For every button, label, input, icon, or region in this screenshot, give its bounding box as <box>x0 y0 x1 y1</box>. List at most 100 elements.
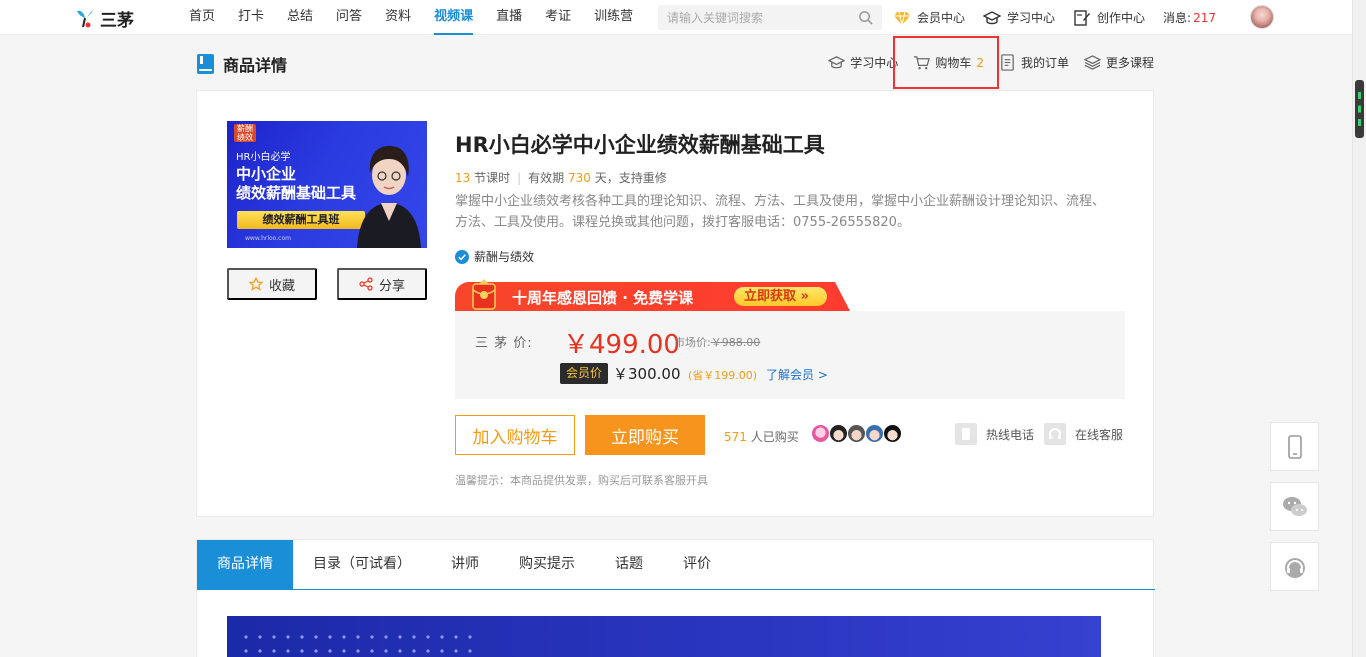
share-button[interactable]: 分享 <box>337 268 427 300</box>
course-title: HR小白必学中小企业绩效薪酬基础工具 <box>455 133 825 157</box>
my-orders-link[interactable]: 我的订单 <box>999 54 1069 71</box>
member-center-label: 会员中心 <box>917 11 966 25</box>
cover-title-line2: 绩效薪酬基础工具 <box>236 184 357 202</box>
detail-tabs: 商品详情 目录（可试看） 讲师 购买提示 话题 评价 <box>197 540 1155 590</box>
graduation-cap-icon <box>983 10 1002 24</box>
validity-prefix: 有效期 <box>528 171 565 185</box>
page-title-text: 商品详情 <box>223 56 288 75</box>
lesson-count: 13 <box>455 171 471 185</box>
detail-banner-image <box>227 616 1101 657</box>
wechat-icon <box>1282 496 1307 516</box>
buyer-count-number: 571 <box>724 430 747 444</box>
more-courses-label: 更多课程 <box>1105 56 1154 70</box>
member-price-tag: 会员价 <box>560 363 609 384</box>
scrollbar[interactable] <box>1352 0 1366 657</box>
messages-link[interactable]: 消息: 217 <box>1163 9 1216 26</box>
site-logo[interactable]: 三茅 <box>74 6 134 31</box>
buyer-avatar <box>847 424 866 443</box>
user-avatar[interactable] <box>1250 5 1274 29</box>
invoice-tip: 温馨提示：本商品提供发票，购买后可联系客服开具 <box>455 474 708 487</box>
course-cover-image[interactable]: 薪酬绩效 HR小白必学 中小企业 绩效薪酬基础工具 绩效薪酬工具班 www.hr… <box>227 121 427 248</box>
page-header-links: 学习中心 购物车 2 我的订单 更多课程 <box>813 54 1154 71</box>
nav-video-courses[interactable]: 视频课 <box>434 0 474 35</box>
buyer-avatars <box>811 424 902 443</box>
headset-icon <box>1284 557 1305 578</box>
banner-dot-pattern <box>239 630 479 657</box>
tab-reviews[interactable]: 评价 <box>663 540 731 589</box>
check-circle-icon <box>455 249 469 264</box>
add-to-cart-button[interactable]: 加入购物车 <box>455 415 575 455</box>
favorite-button[interactable]: 收藏 <box>227 268 317 300</box>
promo-text: 十周年感恩回馈 · 免费学课 <box>512 289 694 307</box>
price-box: 三 茅 价: ￥499.00 市场价:￥988.00 会员价 ￥300.00 (… <box>455 311 1125 399</box>
promo-claim-button[interactable]: 立即获取 » <box>734 287 827 306</box>
nav-summary[interactable]: 总结 <box>287 0 313 35</box>
learn-membership-link[interactable]: 了解会员 > <box>766 366 828 383</box>
phone-icon <box>1287 434 1302 459</box>
nav-qa[interactable]: 问答 <box>336 0 362 35</box>
hotline-label: 热线电话 <box>986 427 1035 442</box>
course-description: 掌握中小企业绩效考核各种工具的理论知识、流程、方法、工具及使用，掌握中小企业薪酬… <box>455 194 1106 230</box>
nav-resources[interactable]: 资料 <box>385 0 411 35</box>
more-courses-link[interactable]: 更多课程 <box>1083 54 1154 71</box>
course-category: 薪酬与绩效 <box>455 248 534 265</box>
cart-count-badge: 2 <box>976 55 984 70</box>
messages-label: 消息: <box>1163 11 1192 25</box>
customer-service-button[interactable] <box>1270 542 1319 591</box>
search-input[interactable] <box>658 5 848 30</box>
document-icon <box>1001 54 1014 71</box>
wechat-button[interactable] <box>1270 482 1319 531</box>
messages-count: 217 <box>1193 11 1216 25</box>
tab-catalog[interactable]: 目录（可试看） <box>293 540 431 589</box>
creation-center-link[interactable]: 创作中心 <box>1073 9 1145 27</box>
study-center-shortcut[interactable]: 学习中心 <box>828 54 898 71</box>
nav-home[interactable]: 首页 <box>189 0 215 35</box>
buyer-avatar <box>829 424 848 443</box>
nav-live[interactable]: 直播 <box>496 0 522 35</box>
nav-certification[interactable]: 考证 <box>545 0 571 35</box>
cover-subtitle: HR小白必学 <box>236 152 291 163</box>
buyer-avatar <box>865 424 884 443</box>
scrollbar-thumb[interactable] <box>1355 80 1364 138</box>
study-center-link[interactable]: 学习中心 <box>983 9 1055 27</box>
instructor-photo <box>357 145 421 248</box>
buy-now-button[interactable]: 立即购买 <box>585 415 705 455</box>
search-icon[interactable] <box>858 10 873 25</box>
creation-center-label: 创作中心 <box>1097 11 1146 25</box>
mobile-app-button[interactable] <box>1270 422 1319 471</box>
logo-text: 三茅 <box>100 10 134 31</box>
price-label: 三 茅 价: <box>475 336 533 351</box>
online-service-link[interactable]: 在线客服 <box>1044 423 1123 445</box>
cart-icon <box>914 56 931 70</box>
market-price: 市场价:￥988.00 <box>674 334 760 350</box>
promo-banner[interactable]: 十周年感恩回馈 · 免费学课 立即获取 » <box>455 279 850 311</box>
study-center-shortcut-label: 学习中心 <box>850 56 899 70</box>
graduation-cap-icon <box>828 56 846 69</box>
cover-url: www.hrloo.com <box>245 235 291 242</box>
validity-days: 730 <box>568 171 591 185</box>
meta-separator: | <box>517 171 522 185</box>
nav-training-camp[interactable]: 训练营 <box>594 0 633 35</box>
buyer-count-text: 人已购买 <box>750 430 799 444</box>
detail-tabs-section: 商品详情 目录（可试看） 讲师 购买提示 话题 评价 <box>196 539 1155 657</box>
tab-purchase-notes[interactable]: 购买提示 <box>499 540 595 589</box>
page-header: 商品详情 学习中心 购物车 2 我的订单 更多课程 <box>196 52 1154 78</box>
main-nav: 首页 打卡 总结 问答 资料 视频课 直播 考证 训练营 <box>189 0 656 35</box>
book-icon <box>197 54 214 74</box>
layers-icon <box>1083 55 1101 70</box>
shopping-cart-link[interactable]: 购物车 2 <box>913 54 984 71</box>
share-label: 分享 <box>378 277 405 293</box>
search-box <box>658 5 882 30</box>
tab-instructor[interactable]: 讲师 <box>431 540 499 589</box>
course-meta: 13 节课时 | 有效期 730 天，支持重修 <box>455 169 667 186</box>
product-card: 薪酬绩效 HR小白必学 中小企业 绩效薪酬基础工具 绩效薪酬工具班 www.hr… <box>196 90 1154 517</box>
member-center-link[interactable]: 会员中心 <box>893 9 965 27</box>
diamond-icon <box>894 11 910 25</box>
nav-checkin[interactable]: 打卡 <box>238 0 264 35</box>
hotline-link[interactable]: 热线电话 <box>955 423 1034 445</box>
share-icon <box>359 277 373 291</box>
tab-product-details[interactable]: 商品详情 <box>197 540 293 589</box>
market-price-value: ￥988.00 <box>710 336 761 349</box>
tab-topics[interactable]: 话题 <box>595 540 663 589</box>
my-orders-label: 我的订单 <box>1020 56 1069 70</box>
